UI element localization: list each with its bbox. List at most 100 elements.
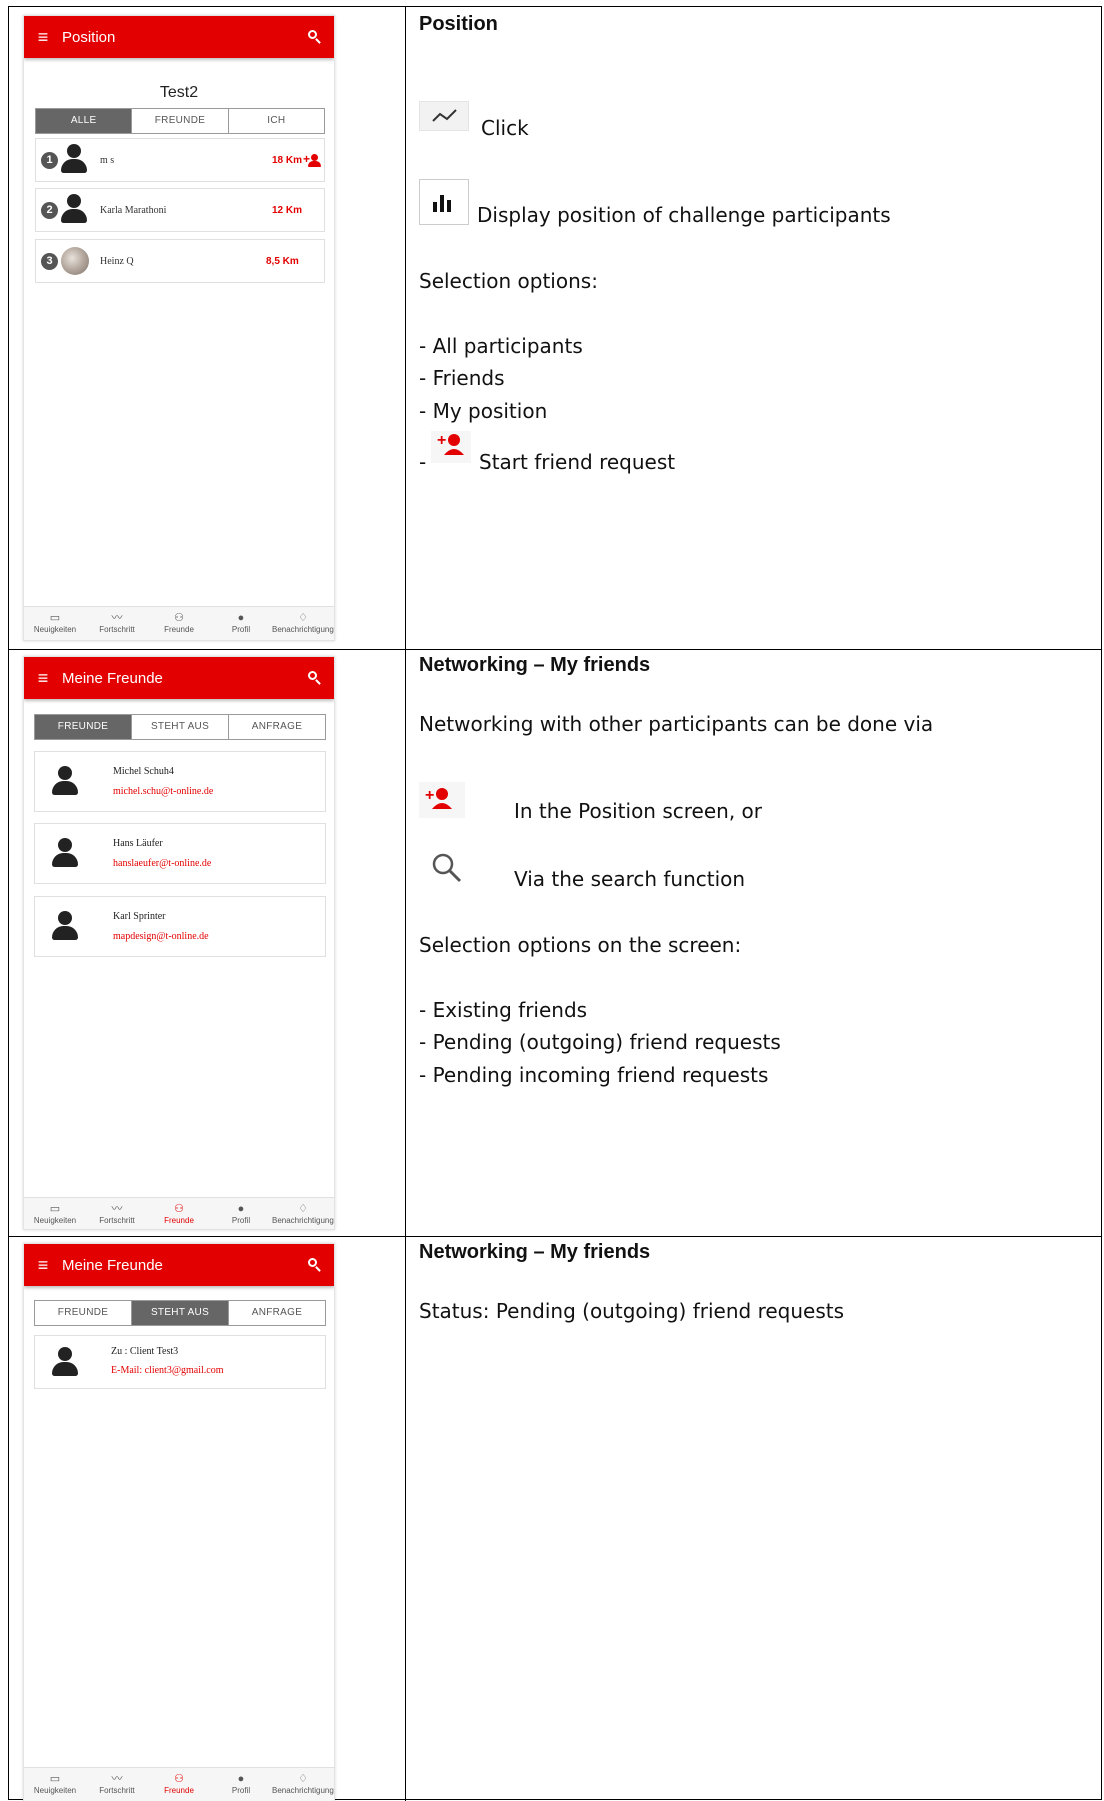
bell-icon: ♢ xyxy=(298,1773,308,1785)
nav-item-neuigkeiten[interactable]: ▭ Neuigkeiten xyxy=(24,1768,86,1801)
nav-item-benachrichtigungen[interactable]: ♢Benachrichtigungen xyxy=(272,607,334,640)
person-icon: ● xyxy=(237,1773,245,1785)
news-icon: ▭ xyxy=(49,612,61,624)
list-item[interactable]: Zu : Client Test3 E-Mail: client3@gmail.… xyxy=(34,1335,326,1389)
click-text: Click xyxy=(481,116,529,140)
search-icon xyxy=(429,850,465,886)
bar-chart-icon xyxy=(419,179,469,225)
nav-item-freunde[interactable]: ⚇ Freunde xyxy=(148,1198,210,1229)
pending-recipient: Zu : Client Test3 xyxy=(111,1346,179,1357)
app-bar-title: Meine Freunde xyxy=(62,669,163,687)
rank-badge: 1 xyxy=(41,152,58,169)
avatar xyxy=(60,194,87,226)
search-icon[interactable] xyxy=(296,657,334,699)
nav-item-freunde[interactable]: ⚇ Freunde xyxy=(148,607,210,640)
bottom-navigation: ▭ Neuigkeiten 〰 Fortschritt ⚇ Freunde ● Prof… xyxy=(24,1197,334,1229)
selection-label: Selection options: xyxy=(419,269,598,293)
section-heading: Position xyxy=(419,13,498,35)
via-position-text: In the Position screen, or xyxy=(514,799,762,823)
table-row-pending-requests: ≡ Meine Freunde FREUNDE STEHT AUS ANFRAG… xyxy=(9,1237,1101,1801)
add-friend-icon: + xyxy=(431,431,471,463)
participant-distance: 8,5 Km xyxy=(266,256,299,267)
tab-freunde[interactable]: FREUNDE xyxy=(35,1301,132,1325)
list-item[interactable]: 2 Karla Marathoni 12 Km xyxy=(35,188,325,232)
avatar xyxy=(60,144,87,176)
bell-icon: ♢ xyxy=(298,1203,308,1215)
option-all: - All participants xyxy=(419,334,583,358)
nav-item-profil[interactable]: ● Profil xyxy=(210,1198,272,1229)
add-friend-icon: + xyxy=(419,782,465,818)
participant-name: m s xyxy=(100,155,115,166)
tab-alle[interactable]: ALLE xyxy=(36,109,133,133)
rank-badge: 2 xyxy=(41,202,58,219)
tab-steht-aus[interactable]: STEHT AUS xyxy=(132,1301,229,1325)
add-friend-icon[interactable]: + xyxy=(303,152,321,168)
list-item[interactable]: 1 m s 18 Km + xyxy=(35,138,325,182)
option-dash: - xyxy=(419,450,427,474)
friends-icon: ⚇ xyxy=(174,1203,184,1215)
via-search-text: Via the search function xyxy=(514,867,746,891)
table-row-position: ≡ Position Test2 ALLE FREUNDE ICH 1 m s … xyxy=(9,7,1101,650)
list-item[interactable]: Hans Läufer hanslaeufer@t-online.de xyxy=(34,823,326,884)
list-item[interactable]: Michel Schuh4 michel.schu@t-online.de xyxy=(34,751,326,812)
nav-item-benachrichtigungen[interactable]: ♢Benachrichtigungen xyxy=(272,1198,334,1229)
nav-item-benachrichtigungen[interactable]: ♢Benachrichtigungen xyxy=(272,1768,334,1801)
trend-icon: 〰 xyxy=(111,612,123,624)
column-divider xyxy=(405,7,406,649)
person-icon: ● xyxy=(237,612,245,624)
option-my-position: - My position xyxy=(419,399,548,423)
nav-item-neuigkeiten[interactable]: ▭ Neuigkeiten xyxy=(24,607,86,640)
avatar-photo xyxy=(61,247,89,275)
option-pending-incoming: - Pending incoming friend requests xyxy=(419,1063,769,1087)
friend-email: hanslaeufer@t-online.de xyxy=(113,858,212,869)
news-icon: ▭ xyxy=(49,1203,61,1215)
display-text: Display position of challenge participan… xyxy=(477,203,891,227)
trend-icon xyxy=(419,101,469,131)
list-item[interactable]: 3 Heinz Q 8,5 Km xyxy=(35,239,325,283)
participant-distance: 12 Km xyxy=(272,205,303,216)
my-friends-screen-mockup: ≡ Meine Freunde FREUNDE STEHT AUS ANFRAG… xyxy=(23,656,335,1230)
nav-item-freunde[interactable]: ⚇ Freunde xyxy=(148,1768,210,1801)
option-existing-friends: - Existing friends xyxy=(419,998,588,1022)
bottom-navigation: ▭ Neuigkeiten 〰 Fortschritt ⚇ Freunde ● Prof… xyxy=(24,1767,334,1801)
tab-steht-aus[interactable]: STEHT AUS xyxy=(132,715,229,739)
section-heading: Networking – My friends xyxy=(419,654,651,676)
position-filter-tabs: ALLE FREUNDE ICH xyxy=(35,108,325,134)
friends-filter-tabs: FREUNDE STEHT AUS ANFRAGE xyxy=(34,1300,326,1326)
menu-icon[interactable]: ≡ xyxy=(24,16,62,58)
search-icon[interactable] xyxy=(296,16,334,58)
option-pending-outgoing: - Pending (outgoing) friend requests xyxy=(419,1030,781,1054)
person-icon: ● xyxy=(237,1203,245,1215)
menu-icon[interactable]: ≡ xyxy=(24,657,62,699)
tab-anfrage[interactable]: ANFRAGE xyxy=(229,1301,325,1325)
table-row-my-friends: ≡ Meine Freunde FREUNDE STEHT AUS ANFRAG… xyxy=(9,650,1101,1237)
option-friends: - Friends xyxy=(419,366,505,390)
nav-item-profil[interactable]: ● Profil xyxy=(210,1768,272,1801)
avatar xyxy=(51,1347,78,1379)
menu-icon[interactable]: ≡ xyxy=(24,1244,62,1286)
tab-freunde[interactable]: FREUNDE xyxy=(132,109,229,133)
participant-name: Karla Marathoni xyxy=(100,205,167,216)
app-bar: ≡ Meine Freunde xyxy=(24,1244,334,1286)
tab-anfrage[interactable]: ANFRAGE xyxy=(229,715,325,739)
option-friend-request: Start friend request xyxy=(479,450,676,474)
trend-icon: 〰 xyxy=(111,1773,123,1785)
nav-item-profil[interactable]: ● Profil xyxy=(210,607,272,640)
tab-freunde[interactable]: FREUNDE xyxy=(35,715,132,739)
friend-email: mapdesign@t-online.de xyxy=(113,931,209,942)
search-icon[interactable] xyxy=(296,1244,334,1286)
nav-item-fortschritt[interactable]: 〰 Fortschritt xyxy=(86,607,148,640)
svg-text:+: + xyxy=(425,787,434,804)
nav-item-fortschritt[interactable]: 〰 Fortschritt xyxy=(86,1198,148,1229)
column-divider xyxy=(405,1237,406,1801)
news-icon: ▭ xyxy=(49,1773,61,1785)
trend-icon: 〰 xyxy=(111,1203,123,1215)
challenge-title: Test2 xyxy=(159,84,199,101)
nav-item-fortschritt[interactable]: 〰 Fortschritt xyxy=(86,1768,148,1801)
nav-item-neuigkeiten[interactable]: ▭ Neuigkeiten xyxy=(24,1198,86,1229)
list-item[interactable]: Karl Sprinter mapdesign@t-online.de xyxy=(34,896,326,957)
tab-ich[interactable]: ICH xyxy=(229,109,324,133)
avatar xyxy=(51,911,78,943)
bell-icon: ♢ xyxy=(298,612,308,624)
friends-icon: ⚇ xyxy=(174,612,184,624)
